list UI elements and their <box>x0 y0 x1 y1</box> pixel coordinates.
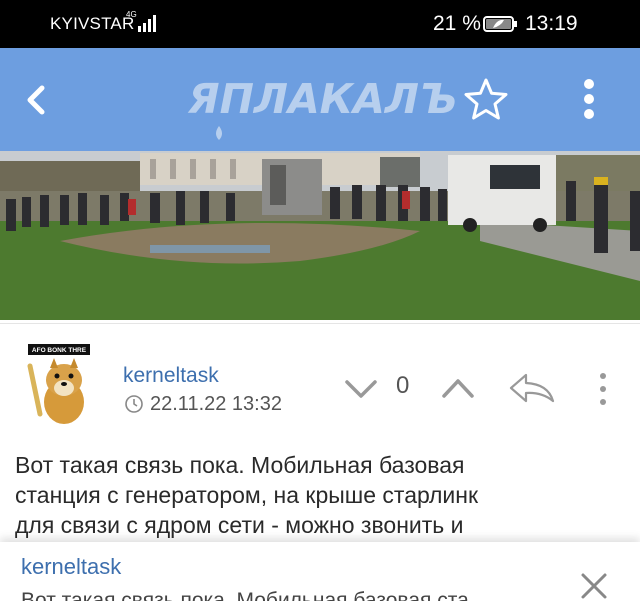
quote-text: Вот такая связь пока. Мобильная базовая … <box>21 589 469 601</box>
post-body-line: для связи с ядром сети - можно звонить и <box>15 512 464 538</box>
site-logo[interactable]: ЯПЛАКАЛЪ <box>188 75 457 123</box>
post-photo[interactable] <box>0 151 640 320</box>
reply-quote-bar: kerneltask Вот такая связь пока. Мобильн… <box>0 542 640 601</box>
reply-icon[interactable] <box>508 372 556 404</box>
post-body-line: Вот такая связь пока. Мобильная базовая <box>15 452 465 478</box>
close-icon[interactable] <box>578 570 610 601</box>
vote-down-icon[interactable] <box>344 376 378 400</box>
post-header: AFO BONK THRE kerneltask 22.11.22 13:32 … <box>0 323 640 443</box>
post-date: 22.11.22 13:32 <box>150 393 282 415</box>
post-body-line: станция с генератором, на крыше старлинк <box>15 482 479 508</box>
post-score: 0 <box>396 372 410 399</box>
back-arrow-icon[interactable] <box>14 78 58 122</box>
star-icon[interactable] <box>463 76 509 122</box>
signal-strength-icon <box>138 15 156 32</box>
more-vertical-icon[interactable] <box>574 76 604 122</box>
battery-icon <box>483 16 517 32</box>
battery-percent: 21 % <box>433 12 481 35</box>
clock: 13:19 <box>525 12 578 35</box>
post-menu-icon[interactable] <box>594 372 612 406</box>
quote-author[interactable]: kerneltask <box>21 554 121 580</box>
carrier-name: KYIVSTAR <box>50 14 135 33</box>
logo-tear-icon <box>216 126 222 140</box>
avatar-caption: AFO BONK THRE <box>32 347 87 354</box>
clock-icon <box>125 395 143 413</box>
user-avatar[interactable]: AFO BONK THRE <box>20 344 98 428</box>
app-bar: ЯПЛАКАЛЪ <box>0 48 640 151</box>
post-author[interactable]: kerneltask <box>123 364 219 388</box>
vote-up-icon[interactable] <box>441 376 475 400</box>
status-bar: KYIVSTAR 4G 21 % 13:19 <box>0 0 640 48</box>
post-body: Вот такая связь пока. Мобильная базовая … <box>15 450 625 542</box>
